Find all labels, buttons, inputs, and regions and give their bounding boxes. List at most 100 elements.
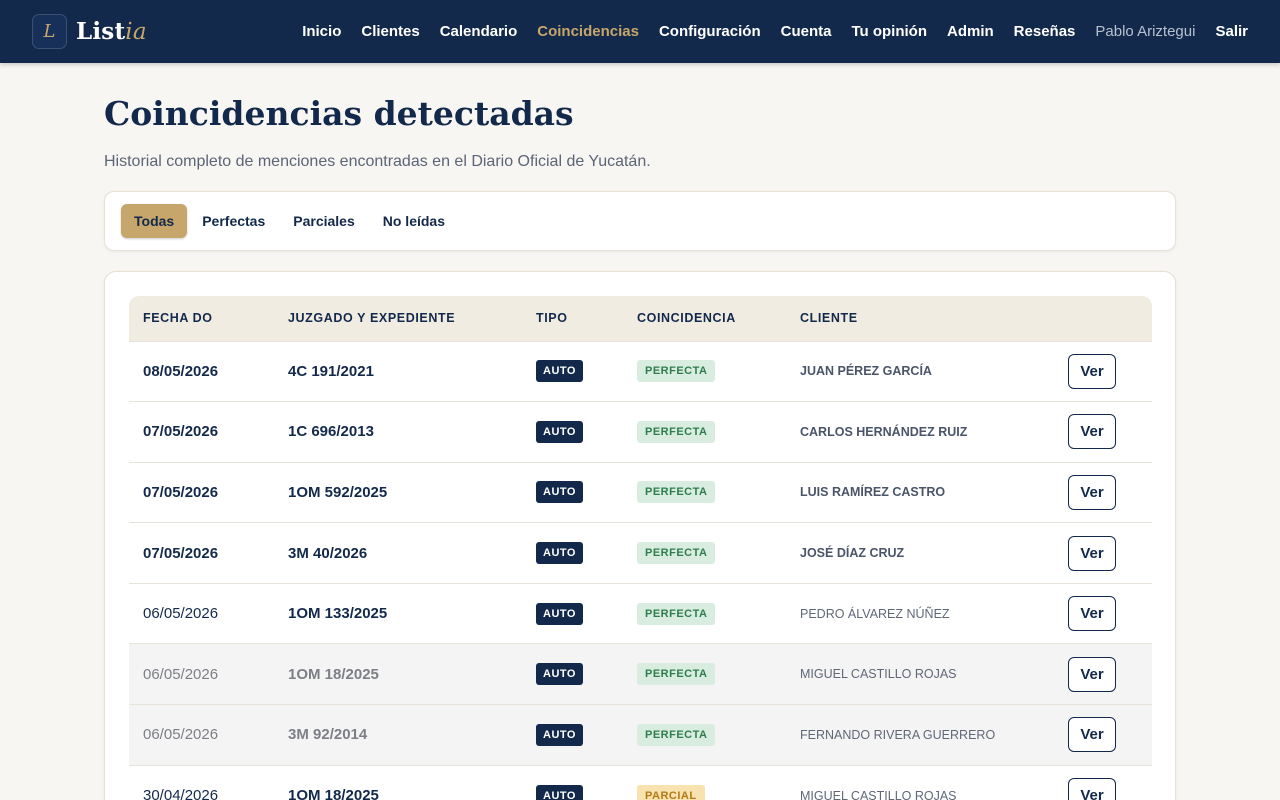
cell-accion: Ver bbox=[1068, 644, 1152, 705]
coincidencia-badge: PARCIAL bbox=[637, 784, 705, 800]
cell-cliente: PEDRO ÁLVAREZ NÚÑEZ bbox=[800, 606, 950, 621]
table-body: 08/05/2026 4C 191/2021 AUTO PERFECTA JUAN PÉ… bbox=[129, 341, 1152, 800]
cell-tipo: AUTO bbox=[522, 644, 623, 705]
table-row[interactable]: 07/05/2026 1OM 592/2025 AUTO PERFECTA LUIS R… bbox=[129, 462, 1152, 523]
col-fecha: FECHA DO bbox=[143, 311, 213, 326]
cell-coincidencia: PERFECTA bbox=[623, 462, 786, 523]
filter-no-leidas[interactable]: No leídas bbox=[370, 204, 458, 238]
page-subtitle: Historial completo de menciones encontra… bbox=[104, 153, 651, 170]
coincidencia-badge: PERFECTA bbox=[637, 481, 716, 504]
cell-tipo: AUTO bbox=[522, 341, 623, 402]
brand-logo[interactable]: L Listia bbox=[32, 14, 147, 49]
cell-fecha: 06/05/2026 bbox=[143, 726, 219, 744]
col-accion bbox=[1068, 296, 1152, 341]
cell-coincidencia: PERFECTA bbox=[623, 705, 786, 766]
coincidencia-badge: PERFECTA bbox=[637, 602, 716, 625]
nav-admin[interactable]: Admin bbox=[947, 23, 994, 40]
view-button[interactable]: Ver bbox=[1068, 717, 1116, 753]
cell-cliente: FERNANDO RIVERA GUERRERO bbox=[800, 727, 996, 742]
cell-fecha: 08/05/2026 bbox=[143, 362, 219, 380]
nav-configuracion[interactable]: Configuración bbox=[659, 23, 761, 40]
cell-tipo: AUTO bbox=[522, 523, 623, 584]
cell-coincidencia: PERFECTA bbox=[623, 583, 786, 644]
table-row[interactable]: 08/05/2026 4C 191/2021 AUTO PERFECTA JUAN PÉ… bbox=[129, 341, 1152, 402]
cell-expediente: 3M 40/2026 bbox=[288, 544, 368, 562]
table-row[interactable]: 06/05/2026 1OM 18/2025 AUTO PERFECTA MIGUEL … bbox=[129, 643, 1152, 705]
cell-tipo: AUTO bbox=[522, 583, 623, 644]
tipo-badge: AUTO bbox=[536, 784, 583, 800]
user-name: Pablo Ariztegui bbox=[1095, 23, 1196, 40]
cell-coincidencia: PERFECTA bbox=[623, 402, 786, 463]
nav-resenas[interactable]: Reseñas bbox=[1014, 23, 1076, 40]
view-button[interactable]: Ver bbox=[1068, 535, 1116, 571]
logo-mark: L bbox=[32, 14, 67, 49]
view-button[interactable]: Ver bbox=[1068, 596, 1116, 632]
col-cliente: CLIENTE bbox=[800, 311, 858, 326]
coincidencia-badge: PERFECTA bbox=[637, 420, 716, 443]
nav-tu-opinion[interactable]: Tu opinión bbox=[851, 23, 927, 40]
table-row[interactable]: 07/05/2026 3M 40/2026 AUTO PERFECTA JOSÉ DÍA… bbox=[129, 522, 1152, 584]
table-row[interactable]: 06/05/2026 3M 92/2014 AUTO PERFECTA FERNANDO… bbox=[129, 704, 1152, 766]
table-row[interactable]: 07/05/2026 1C 696/2013 AUTO PERFECTA CARLOS … bbox=[129, 401, 1152, 463]
brand-name-accent: ia bbox=[125, 19, 147, 45]
cell-accion: Ver bbox=[1068, 705, 1152, 766]
cell-tipo: AUTO bbox=[522, 402, 623, 463]
cell-cliente: MIGUEL CASTILLO ROJAS bbox=[800, 667, 957, 682]
cell-tipo: AUTO bbox=[522, 462, 623, 523]
cell-fecha: 07/05/2026 bbox=[143, 544, 219, 562]
view-button[interactable]: Ver bbox=[1068, 778, 1116, 800]
cell-accion: Ver bbox=[1068, 402, 1152, 463]
coincidencia-badge: PERFECTA bbox=[637, 723, 716, 746]
cell-coincidencia: PERFECTA bbox=[623, 644, 786, 705]
cell-tipo: AUTO bbox=[522, 705, 623, 766]
filter-parciales[interactable]: Parciales bbox=[280, 204, 368, 238]
cell-fecha: 07/05/2026 bbox=[143, 423, 219, 441]
matches-table: FECHA DO JUZGADO Y EXPEDIENTE TIPO COINC… bbox=[129, 296, 1152, 800]
view-button[interactable]: Ver bbox=[1068, 414, 1116, 450]
cell-fecha: 06/05/2026 bbox=[143, 605, 219, 623]
cell-expediente: 1OM 133/2025 bbox=[288, 605, 388, 623]
cell-accion: Ver bbox=[1068, 341, 1152, 402]
tipo-badge: AUTO bbox=[536, 542, 583, 565]
cell-coincidencia: PERFECTA bbox=[623, 341, 786, 402]
cell-accion: Ver bbox=[1068, 583, 1152, 644]
cell-expediente: 1OM 592/2025 bbox=[288, 483, 388, 501]
view-button[interactable]: Ver bbox=[1068, 656, 1116, 692]
table-header-row: FECHA DO JUZGADO Y EXPEDIENTE TIPO COINC… bbox=[129, 296, 1152, 341]
col-expediente: JUZGADO Y EXPEDIENTE bbox=[288, 311, 456, 326]
logout-link[interactable]: Salir bbox=[1215, 23, 1248, 40]
view-button[interactable]: Ver bbox=[1068, 353, 1116, 389]
nav-coincidencias[interactable]: Coincidencias bbox=[537, 23, 639, 40]
cell-cliente: JUAN PÉREZ GARCÍA bbox=[800, 364, 932, 379]
page-title: Coincidencias detectadas bbox=[104, 94, 574, 133]
nav-cuenta[interactable]: Cuenta bbox=[781, 23, 832, 40]
cell-expediente: 3M 92/2014 bbox=[288, 726, 368, 744]
tipo-badge: AUTO bbox=[536, 481, 583, 504]
coincidencia-badge: PERFECTA bbox=[637, 542, 716, 565]
brand-name-main: List bbox=[76, 18, 126, 45]
cell-cliente: JOSÉ DÍAZ CRUZ bbox=[800, 546, 905, 561]
view-button[interactable]: Ver bbox=[1068, 474, 1116, 510]
table-row[interactable]: 30/04/2026 1OM 18/2025 AUTO PARCIAL MIGUEL C… bbox=[129, 765, 1152, 800]
tipo-badge: AUTO bbox=[536, 723, 583, 746]
cell-accion: Ver bbox=[1068, 765, 1152, 800]
filter-todas[interactable]: Todas bbox=[121, 204, 188, 238]
cell-expediente: 1OM 18/2025 bbox=[288, 665, 379, 683]
cell-accion: Ver bbox=[1068, 462, 1152, 523]
cell-fecha: 30/04/2026 bbox=[143, 787, 219, 800]
nav-inicio[interactable]: Inicio bbox=[302, 23, 341, 40]
cell-fecha: 07/05/2026 bbox=[143, 483, 219, 501]
cell-expediente: 1OM 18/2025 bbox=[288, 787, 379, 800]
cell-coincidencia: PERFECTA bbox=[623, 523, 786, 584]
coincidencia-badge: PERFECTA bbox=[637, 663, 716, 686]
matches-card: FECHA DO JUZGADO Y EXPEDIENTE TIPO COINC… bbox=[104, 271, 1176, 800]
cell-coincidencia: PARCIAL bbox=[623, 765, 786, 800]
tipo-badge: AUTO bbox=[536, 602, 583, 625]
cell-cliente: CARLOS HERNÁNDEZ RUIZ bbox=[800, 424, 968, 439]
nav-clientes[interactable]: Clientes bbox=[361, 23, 419, 40]
tipo-badge: AUTO bbox=[536, 360, 583, 383]
table-row[interactable]: 06/05/2026 1OM 133/2025 AUTO PERFECTA PEDRO … bbox=[129, 583, 1152, 644]
filter-perfectas[interactable]: Perfectas bbox=[189, 204, 278, 238]
nav-calendario[interactable]: Calendario bbox=[440, 23, 518, 40]
cell-cliente: LUIS RAMÍREZ CASTRO bbox=[800, 485, 946, 500]
